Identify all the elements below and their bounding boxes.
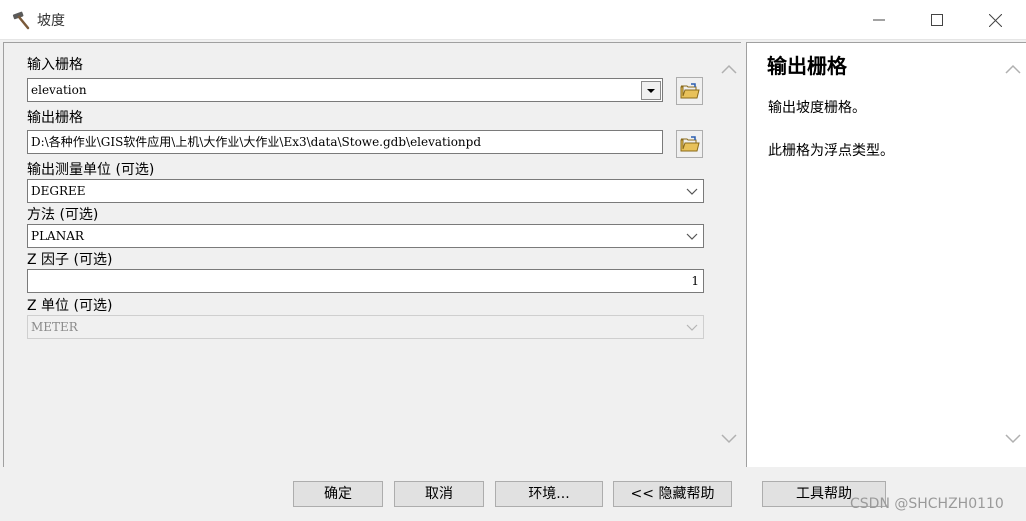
maximize-button[interactable] bbox=[914, 0, 960, 40]
output-raster-browse-button[interactable] bbox=[676, 130, 703, 158]
help-scrollbar[interactable] bbox=[1001, 43, 1026, 467]
input-raster-browse-button[interactable] bbox=[676, 77, 703, 105]
folder-icon bbox=[680, 82, 700, 98]
z-unit-select: METER bbox=[27, 315, 704, 339]
chevron-down-icon bbox=[686, 233, 698, 240]
input-raster-combo[interactable]: elevation bbox=[27, 78, 663, 102]
chevron-up-icon[interactable] bbox=[721, 64, 737, 74]
measurement-value: DEGREE bbox=[31, 184, 86, 198]
z-factor-label: Z 因子 (可选) bbox=[27, 252, 113, 268]
close-icon bbox=[988, 13, 1002, 27]
chevron-up-icon[interactable] bbox=[1005, 64, 1021, 74]
method-label: 方法 (可选) bbox=[27, 207, 99, 223]
minimize-icon bbox=[873, 19, 885, 21]
chevron-down-icon[interactable] bbox=[1005, 434, 1021, 444]
chevron-down-icon bbox=[686, 324, 698, 331]
title-bar: 坡度 bbox=[0, 0, 1026, 40]
method-select[interactable]: PLANAR bbox=[27, 224, 704, 248]
z-unit-value: METER bbox=[31, 320, 78, 334]
close-button[interactable] bbox=[972, 0, 1018, 40]
output-raster-field[interactable]: D:\各种作业\GIS软件应用\上机\大作业\大作业\Ex3\data\Stow… bbox=[27, 130, 663, 154]
ok-button[interactable]: 确定 bbox=[293, 481, 383, 507]
window-title: 坡度 bbox=[37, 13, 65, 29]
input-raster-value: elevation bbox=[31, 83, 87, 97]
help-paragraph: 输出坡度栅格。 bbox=[768, 100, 866, 116]
maximize-icon bbox=[931, 14, 943, 26]
z-unit-label: Z 单位 (可选) bbox=[27, 298, 113, 314]
chevron-down-icon[interactable] bbox=[721, 434, 737, 444]
z-factor-value: 1 bbox=[691, 274, 699, 288]
help-paragraph: 此栅格为浮点类型。 bbox=[768, 143, 894, 159]
hammer-icon bbox=[12, 11, 30, 30]
environments-button[interactable]: 环境... bbox=[495, 481, 603, 507]
method-value: PLANAR bbox=[31, 229, 84, 243]
z-factor-input[interactable]: 1 bbox=[27, 269, 704, 293]
dropdown-arrow-icon bbox=[647, 89, 655, 93]
parameters-scrollbar[interactable] bbox=[717, 43, 741, 467]
watermark: CSDN @SHCHZH0110 bbox=[850, 496, 1004, 512]
output-raster-value: D:\各种作业\GIS软件应用\上机\大作业\大作业\Ex3\data\Stow… bbox=[31, 135, 482, 149]
parameters-panel bbox=[3, 42, 741, 467]
chevron-down-icon bbox=[686, 188, 698, 195]
measurement-label: 输出测量单位 (可选) bbox=[27, 162, 155, 178]
folder-icon bbox=[680, 135, 700, 151]
output-raster-label: 输出栅格 bbox=[27, 110, 83, 126]
measurement-select[interactable]: DEGREE bbox=[27, 179, 704, 203]
input-raster-label: 输入栅格 bbox=[27, 57, 83, 73]
cancel-button[interactable]: 取消 bbox=[394, 481, 484, 507]
input-raster-dropdown-button[interactable] bbox=[641, 81, 661, 100]
hide-help-button[interactable]: << 隐藏帮助 bbox=[613, 481, 732, 507]
minimize-button[interactable] bbox=[856, 0, 902, 40]
help-title: 输出栅格 bbox=[767, 54, 847, 78]
